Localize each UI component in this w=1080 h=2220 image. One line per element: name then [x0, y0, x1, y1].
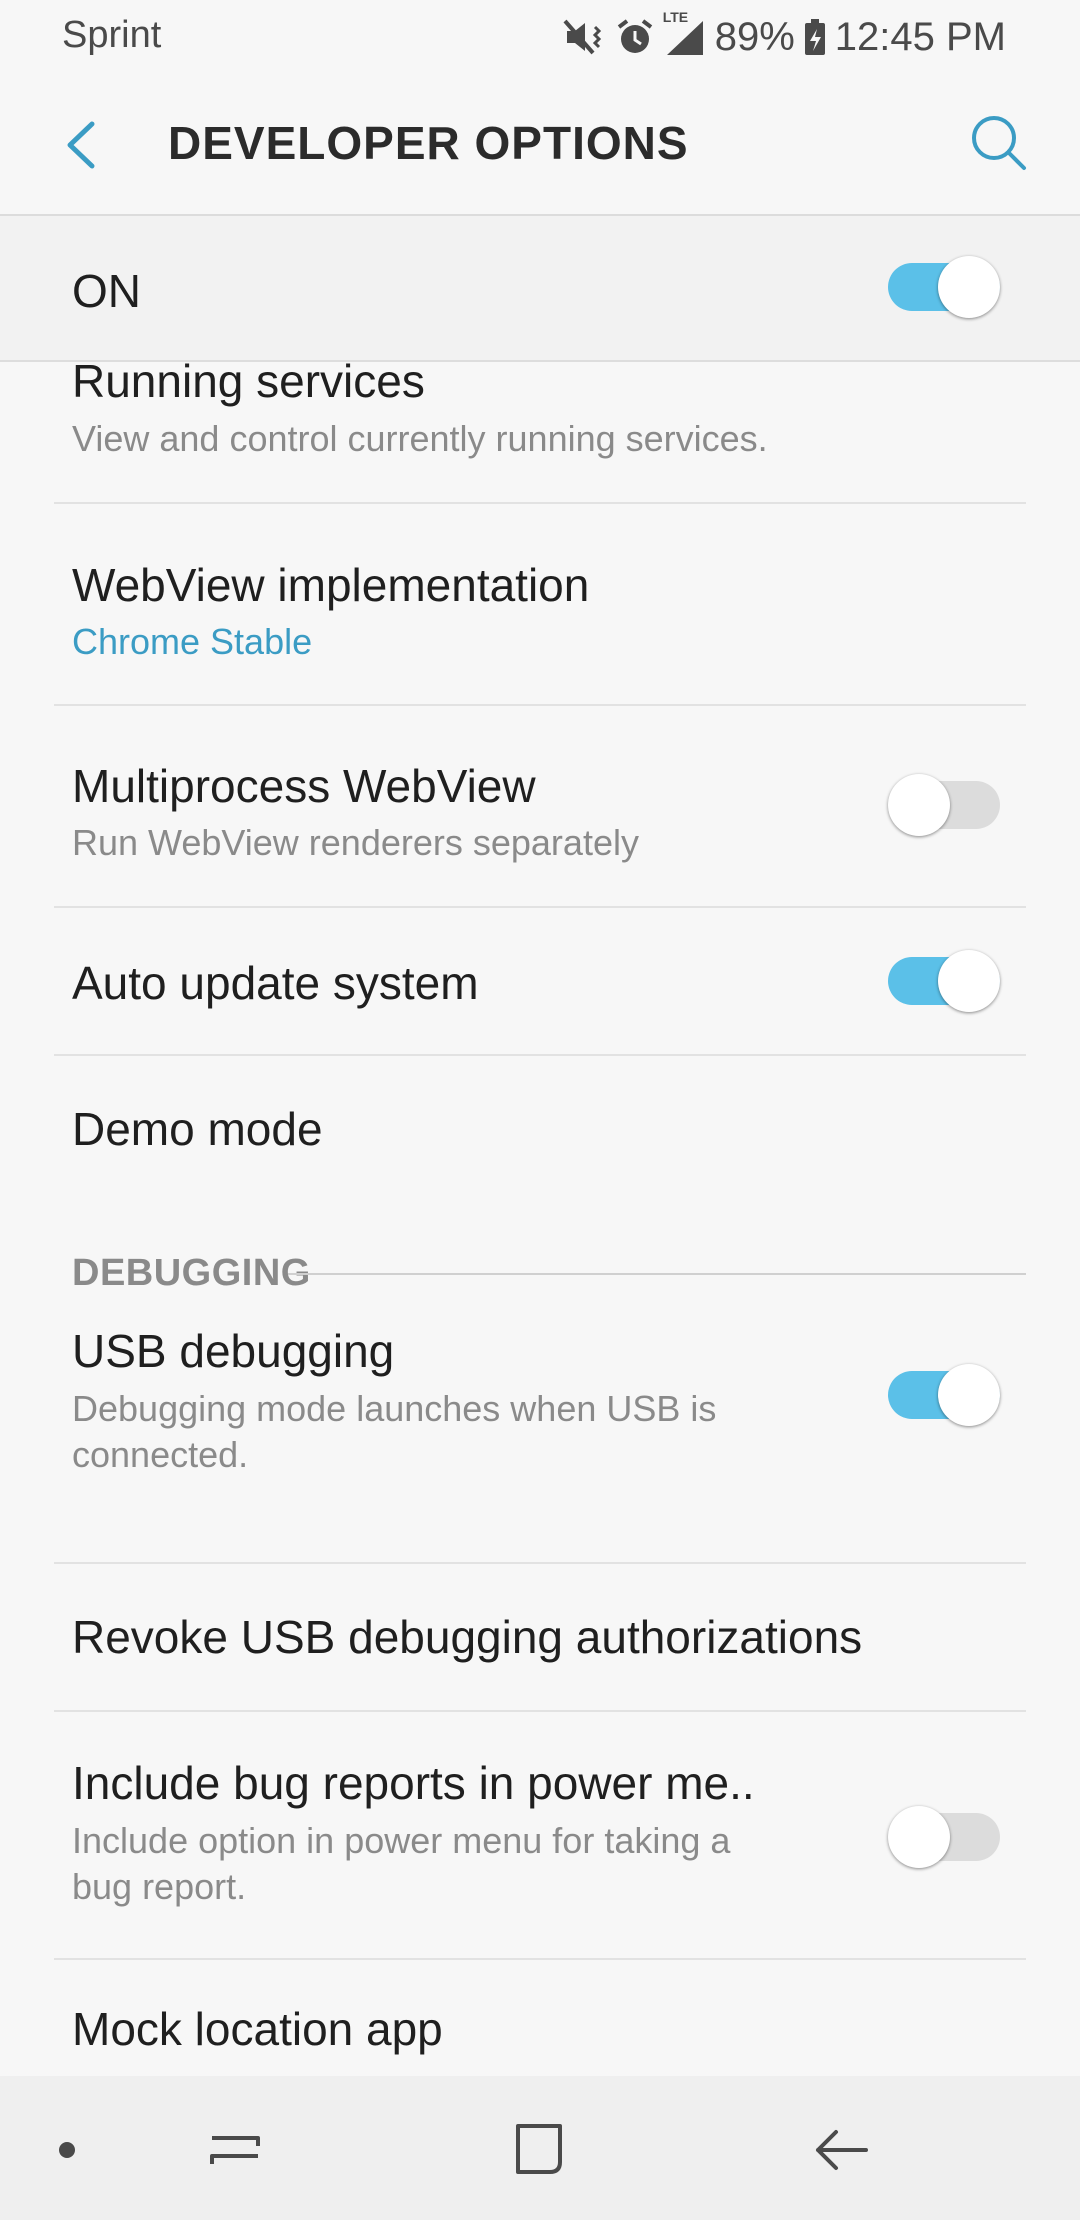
master-switch-label: ON — [72, 265, 141, 317]
setting-title: Running services — [72, 362, 425, 407]
nav-dot-button[interactable] — [22, 2104, 112, 2194]
setting-title: Auto update system — [72, 957, 479, 1009]
bug-reports-toggle[interactable] — [888, 1806, 1000, 1868]
back-button[interactable] — [50, 110, 120, 180]
home-button[interactable] — [494, 2104, 584, 2194]
setting-auto-update-system[interactable]: Auto update system — [0, 908, 1080, 1054]
back-arrow-icon — [67, 121, 95, 169]
setting-subtitle-line2: connected. — [72, 1434, 249, 1475]
settings-list[interactable]: Running services View and control curren… — [0, 362, 1080, 2076]
setting-title: Mock location app — [72, 2003, 443, 2055]
battery-charging-icon — [803, 17, 827, 57]
search-button[interactable] — [960, 104, 1040, 184]
setting-value: Chrome Stable — [72, 621, 313, 662]
setting-subtitle-line2: bug report. — [72, 1866, 247, 1907]
network-label: LTE — [662, 9, 689, 25]
section-header-debugging: DEBUGGING — [72, 1252, 311, 1294]
page-title: DEVELOPER OPTIONS — [168, 117, 689, 169]
master-toggle[interactable] — [888, 256, 1000, 318]
nav-back-button[interactable] — [796, 2104, 886, 2194]
auto-update-toggle[interactable] — [888, 950, 1000, 1012]
status-icons: LTE 89% 12:45 PM — [563, 9, 1006, 62]
clock: 12:45 PM — [834, 14, 1006, 59]
setting-bug-reports-power-menu[interactable]: Include bug reports in power me.. Includ… — [0, 1712, 1080, 1958]
setting-subtitle-line1: Include option in power menu for taking … — [72, 1820, 731, 1861]
back-icon — [816, 2130, 868, 2170]
setting-mock-location-app[interactable]: Mock location app — [0, 1960, 1080, 2076]
recents-icon — [210, 2136, 260, 2164]
setting-title: Demo mode — [72, 1103, 323, 1155]
setting-title: USB debugging — [72, 1325, 395, 1377]
mute-vibrate-icon — [563, 17, 607, 57]
search-icon — [972, 116, 1026, 170]
alarm-icon — [615, 17, 655, 57]
setting-title: Multiprocess WebView — [72, 760, 536, 812]
setting-revoke-usb-authorizations[interactable]: Revoke USB debugging authorizations — [0, 1564, 1080, 1710]
setting-subtitle-line1: Debugging mode launches when USB is — [72, 1388, 717, 1429]
signal-icon: LTE — [663, 9, 707, 59]
carrier-name: Sprint — [62, 14, 162, 56]
app-bar: DEVELOPER OPTIONS — [0, 74, 1080, 216]
master-switch-row[interactable]: ON — [0, 216, 1080, 362]
setting-subtitle: View and control currently running servi… — [72, 418, 768, 459]
home-icon — [516, 2124, 562, 2174]
setting-running-services[interactable]: Running services View and control curren… — [0, 362, 1080, 502]
setting-title: Include bug reports in power me.. — [72, 1757, 755, 1809]
section-divider — [288, 1273, 1026, 1275]
setting-demo-mode[interactable]: Demo mode — [0, 1056, 1080, 1202]
battery-percent: 89% — [714, 14, 795, 59]
status-bar: Sprint LTE 89% 12:45 PM — [0, 0, 1080, 74]
setting-subtitle: Run WebView renderers separately — [72, 822, 639, 863]
usb-debugging-toggle[interactable] — [888, 1364, 1000, 1426]
recents-button[interactable] — [190, 2104, 280, 2194]
dot-icon — [59, 2142, 75, 2158]
setting-usb-debugging[interactable]: USB debugging Debugging mode launches wh… — [0, 1324, 1080, 1524]
navigation-bar — [0, 2076, 1080, 2220]
setting-title: Revoke USB debugging authorizations — [72, 1611, 863, 1663]
setting-multiprocess-webview[interactable]: Multiprocess WebView Run WebView rendere… — [0, 706, 1080, 906]
setting-webview-implementation[interactable]: WebView implementation Chrome Stable — [0, 504, 1080, 704]
setting-title: WebView implementation — [72, 559, 590, 611]
multiprocess-webview-toggle[interactable] — [888, 774, 1000, 836]
